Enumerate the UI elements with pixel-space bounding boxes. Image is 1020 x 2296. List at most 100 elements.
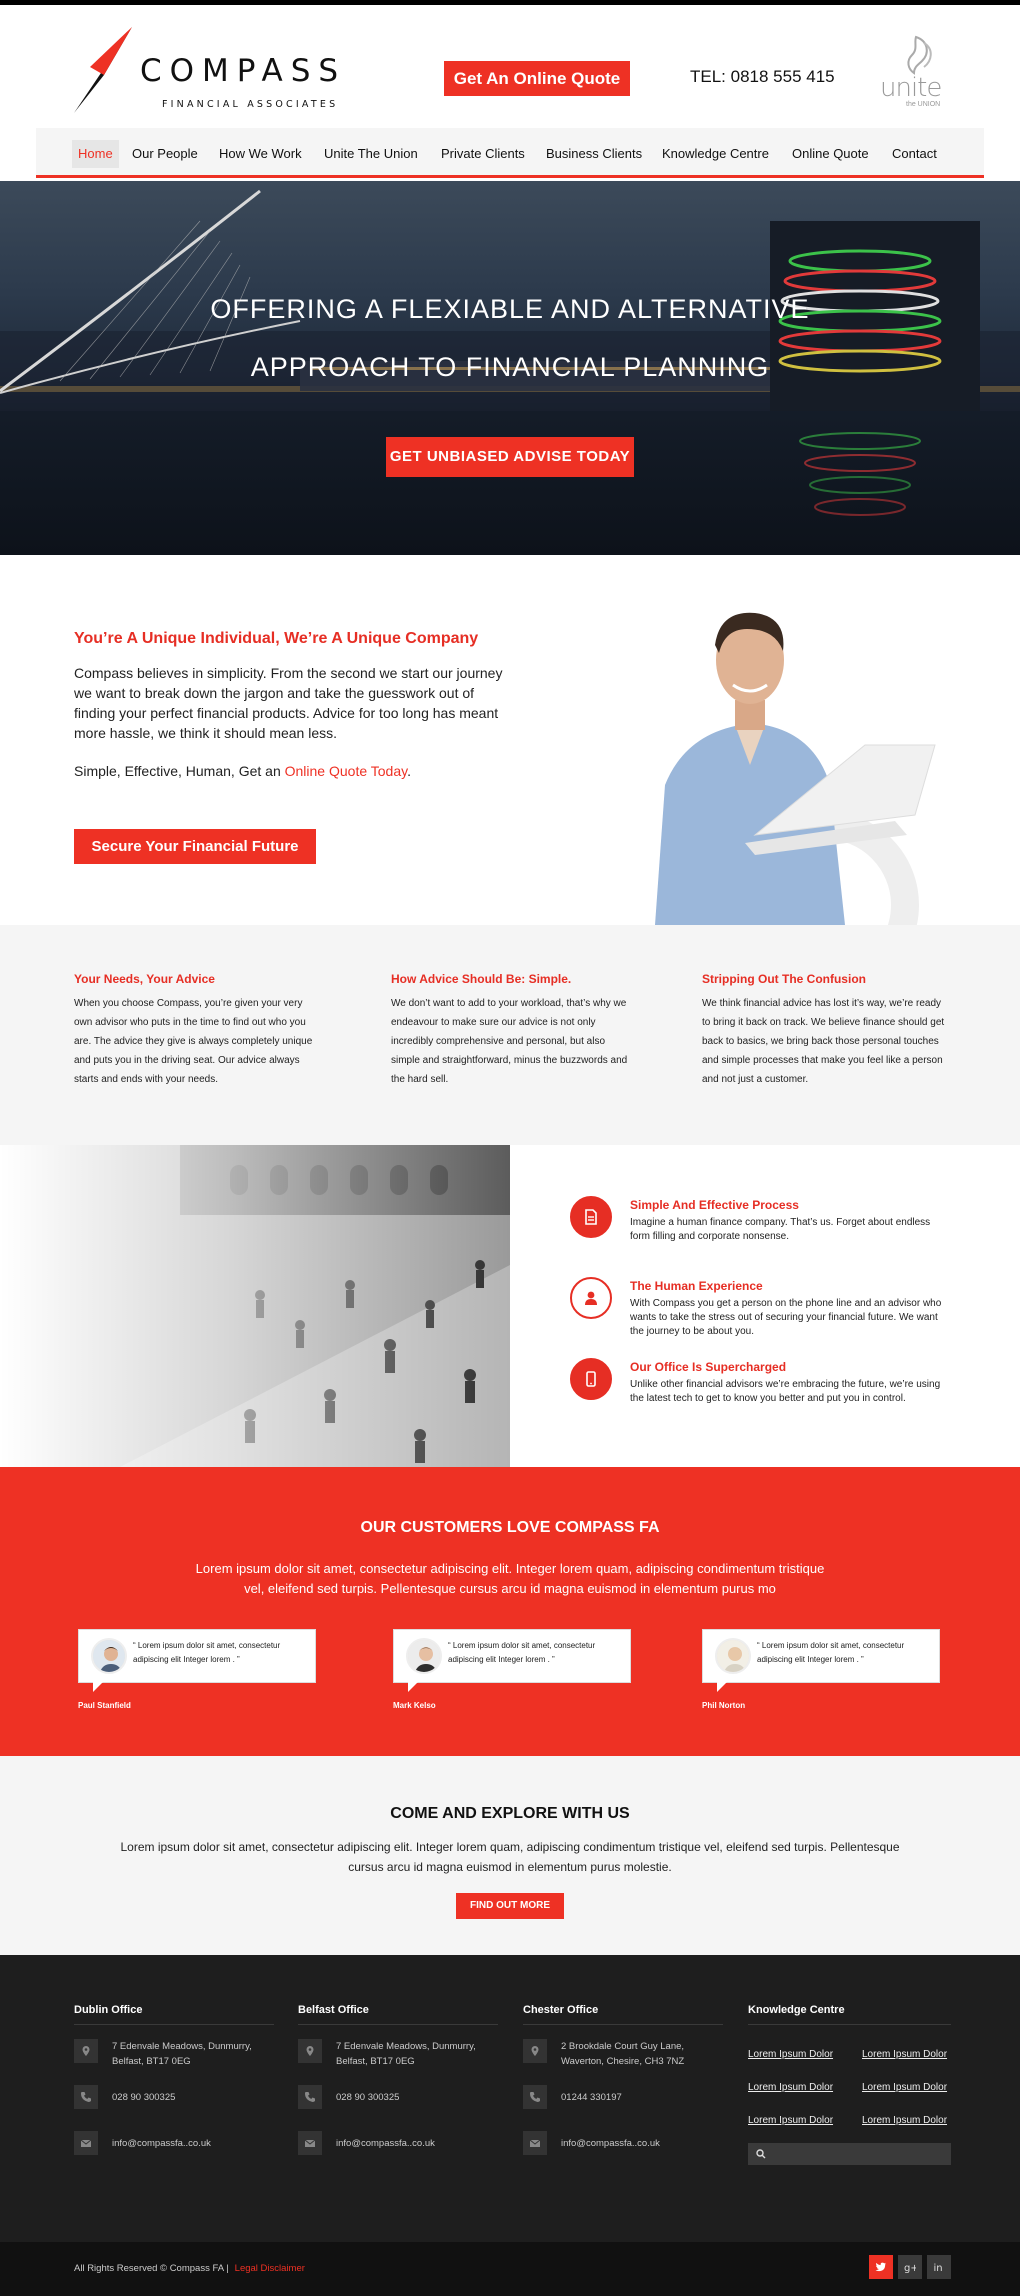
- email-link[interactable]: info@compassfa..co.uk: [112, 2136, 277, 2151]
- address-text: 7 Edenvale Meadows, Dunmurry, Belfast, B…: [112, 2041, 252, 2067]
- nav-home[interactable]: Home: [72, 140, 119, 168]
- knowledge-link[interactable]: Lorem Ipsum Dolor: [748, 2082, 833, 2093]
- testimonial-card: “ Lorem ipsum dolor sit amet, consectetu…: [78, 1629, 316, 1692]
- linkedin-icon[interactable]: in: [927, 2255, 951, 2279]
- knowledge-link[interactable]: Lorem Ipsum Dolor: [862, 2082, 947, 2093]
- intro-heading: You’re A Unique Individual, We’re A Uniq…: [74, 630, 479, 647]
- knowledge-link[interactable]: Lorem Ipsum Dolor: [862, 2115, 947, 2126]
- knowledge-title: Knowledge Centre: [748, 2004, 951, 2025]
- office-title: Belfast Office: [298, 2004, 498, 2025]
- intro-section: You’re A Unique Individual, We’re A Uniq…: [0, 555, 1020, 925]
- header: COMPASS FINANCIAL ASSOCIATES Get An Onli…: [0, 5, 1020, 128]
- hero-banner: OFFERING A FLEXIABLE AND ALTERNATIVE APP…: [0, 181, 1020, 555]
- nav-private-clients[interactable]: Private Clients: [435, 140, 531, 168]
- office-address: 7 Edenvale Meadows, Dunmurry, Belfast, B…: [298, 2039, 498, 2067]
- map-pin-icon: [74, 2039, 98, 2063]
- phone-icon: [74, 2085, 98, 2109]
- value-title: Stripping Out The Confusion: [702, 972, 866, 986]
- feature-text: Imagine a human finance company. That’s …: [630, 1217, 931, 1242]
- phone-icon: [298, 2085, 322, 2109]
- value-text: We think financial advice has lost it’s …: [702, 998, 945, 1085]
- nav-our-people[interactable]: Our People: [126, 140, 204, 168]
- email-link[interactable]: info@compassfa..co.uk: [561, 2136, 726, 2151]
- office-phone: 028 90 300325: [74, 2085, 274, 2109]
- map-pin-icon: [523, 2039, 547, 2063]
- office-belfast: Belfast Office 7 Edenvale Meadows, Dunmu…: [298, 2004, 498, 2177]
- feature-title: Our Office Is Supercharged: [630, 1360, 787, 1374]
- man-with-laptop-image: [655, 612, 936, 925]
- avatar: [91, 1638, 127, 1674]
- unbiased-advise-button[interactable]: GET UNBIASED ADVISE TODAY: [386, 437, 634, 477]
- nav-how-we-work[interactable]: How We Work: [213, 140, 308, 168]
- phone-text: 028 90 300325: [112, 2092, 176, 2103]
- twitter-icon[interactable]: [869, 2255, 893, 2279]
- hero-title-line-2: APPROACH TO FINANCIAL PLANNING: [250, 352, 770, 382]
- copyright-text: All Rights Reserved © Compass FA |: [74, 2263, 229, 2274]
- value-column-2: How Advice Should Be: Simple. We don’t w…: [391, 972, 636, 1089]
- values-section: Your Needs, Your Advice When you choose …: [0, 925, 1020, 1145]
- office-title: Chester Office: [523, 2004, 723, 2025]
- find-out-more-button[interactable]: FIND OUT MORE: [456, 1893, 564, 1919]
- address-text: 2 Brookdale Court Guy Lane, Waverton, Ch…: [561, 2041, 685, 2067]
- legal-disclaimer-link[interactable]: Legal Disclaimer: [235, 2263, 305, 2274]
- office-dublin: Dublin Office 7 Edenvale Meadows, Dunmur…: [74, 2004, 274, 2177]
- map-pin-icon: [298, 2039, 322, 2063]
- hero-title-line-1: OFFERING A FLEXIABLE AND ALTERNATIVE: [210, 294, 810, 324]
- office-phone: 01244 330197: [523, 2085, 723, 2109]
- unite-tagline: the UNION: [906, 101, 941, 108]
- google-plus-icon[interactable]: g+: [898, 2255, 922, 2279]
- testimonial-author: Paul Stanfield: [78, 1701, 131, 1710]
- secure-future-button[interactable]: Secure Your Financial Future: [74, 829, 316, 864]
- knowledge-link[interactable]: Lorem Ipsum Dolor: [748, 2049, 833, 2060]
- phone-text: 028 90 300325: [336, 2092, 400, 2103]
- nav-knowledge-centre[interactable]: Knowledge Centre: [656, 140, 775, 168]
- testimonial-quote: “ Lorem ipsum dolor sit amet, consectetu…: [448, 1641, 596, 1664]
- value-text: When you choose Compass, you’re given yo…: [74, 998, 313, 1085]
- document-icon: [570, 1196, 612, 1238]
- value-title: How Advice Should Be: Simple.: [391, 972, 572, 986]
- intro-paragraph: Compass believes in simplicity. From the…: [74, 665, 503, 741]
- brand-subtitle: FINANCIAL ASSOCIATES: [162, 99, 339, 110]
- address-text: 7 Edenvale Meadows, Dunmurry, Belfast, B…: [336, 2041, 476, 2067]
- crowd-street-image: [0, 1145, 510, 1467]
- phone-icon: [523, 2085, 547, 2109]
- nav-business-clients[interactable]: Business Clients: [540, 140, 648, 168]
- feature-text: Unlike other financial advisors we’re em…: [630, 1379, 941, 1404]
- avatar: [715, 1638, 751, 1674]
- person-icon: [570, 1277, 612, 1319]
- intro-tagline: Simple, Effective, Human, Get an Online …: [74, 763, 411, 779]
- explore-text: Lorem ipsum dolor sit amet, consectetur …: [120, 1840, 900, 1874]
- unite-union-logo[interactable]: unite the UNION: [876, 35, 946, 115]
- online-quote-button[interactable]: Get An Online Quote: [444, 61, 630, 96]
- testimonial-quote: “ Lorem ipsum dolor sit amet, consectetu…: [757, 1641, 905, 1664]
- main-nav: Home Our People How We Work Unite The Un…: [36, 128, 984, 178]
- tagline-suffix: .: [407, 763, 411, 779]
- testimonial-author: Mark Kelso: [393, 1701, 436, 1710]
- avatar: [406, 1638, 442, 1674]
- mail-icon: [74, 2131, 98, 2155]
- nav-unite-the-union[interactable]: Unite The Union: [318, 140, 424, 168]
- office-phone: 028 90 300325: [298, 2085, 498, 2109]
- feature-text: With Compass you get a person on the pho…: [630, 1298, 942, 1337]
- phone-text: 01244 330197: [561, 2092, 622, 2103]
- explore-heading: COME AND EXPLORE WITH US: [390, 1805, 630, 1822]
- footer-search-input[interactable]: [748, 2143, 951, 2165]
- nav-contact[interactable]: Contact: [886, 140, 943, 168]
- value-column-3: Stripping Out The Confusion We think fin…: [702, 972, 947, 1089]
- knowledge-link[interactable]: Lorem Ipsum Dolor: [862, 2049, 947, 2060]
- office-email: info@compassfa..co.uk: [298, 2131, 498, 2155]
- value-text: We don’t want to add to your workload, t…: [391, 998, 628, 1085]
- feature-title: The Human Experience: [630, 1279, 763, 1293]
- mobile-icon: [570, 1358, 612, 1400]
- online-quote-link[interactable]: Online Quote Today: [285, 763, 407, 779]
- svg-text:in: in: [934, 2263, 943, 2273]
- nav-online-quote[interactable]: Online Quote: [786, 140, 875, 168]
- compass-logo[interactable]: COMPASS FINANCIAL ASSOCIATES: [70, 25, 370, 120]
- email-link[interactable]: info@compassfa..co.uk: [336, 2136, 501, 2151]
- testimonials-intro: Lorem ipsum dolor sit amet, consectetur …: [195, 1561, 825, 1596]
- knowledge-link[interactable]: Lorem Ipsum Dolor: [748, 2115, 833, 2126]
- copyright: All Rights Reserved © Compass FA | Legal …: [74, 2263, 305, 2274]
- knowledge-centre: Knowledge Centre: [748, 2004, 951, 2039]
- value-column-1: Your Needs, Your Advice When you choose …: [74, 972, 319, 1089]
- feature-title: Simple And Effective Process: [630, 1198, 799, 1212]
